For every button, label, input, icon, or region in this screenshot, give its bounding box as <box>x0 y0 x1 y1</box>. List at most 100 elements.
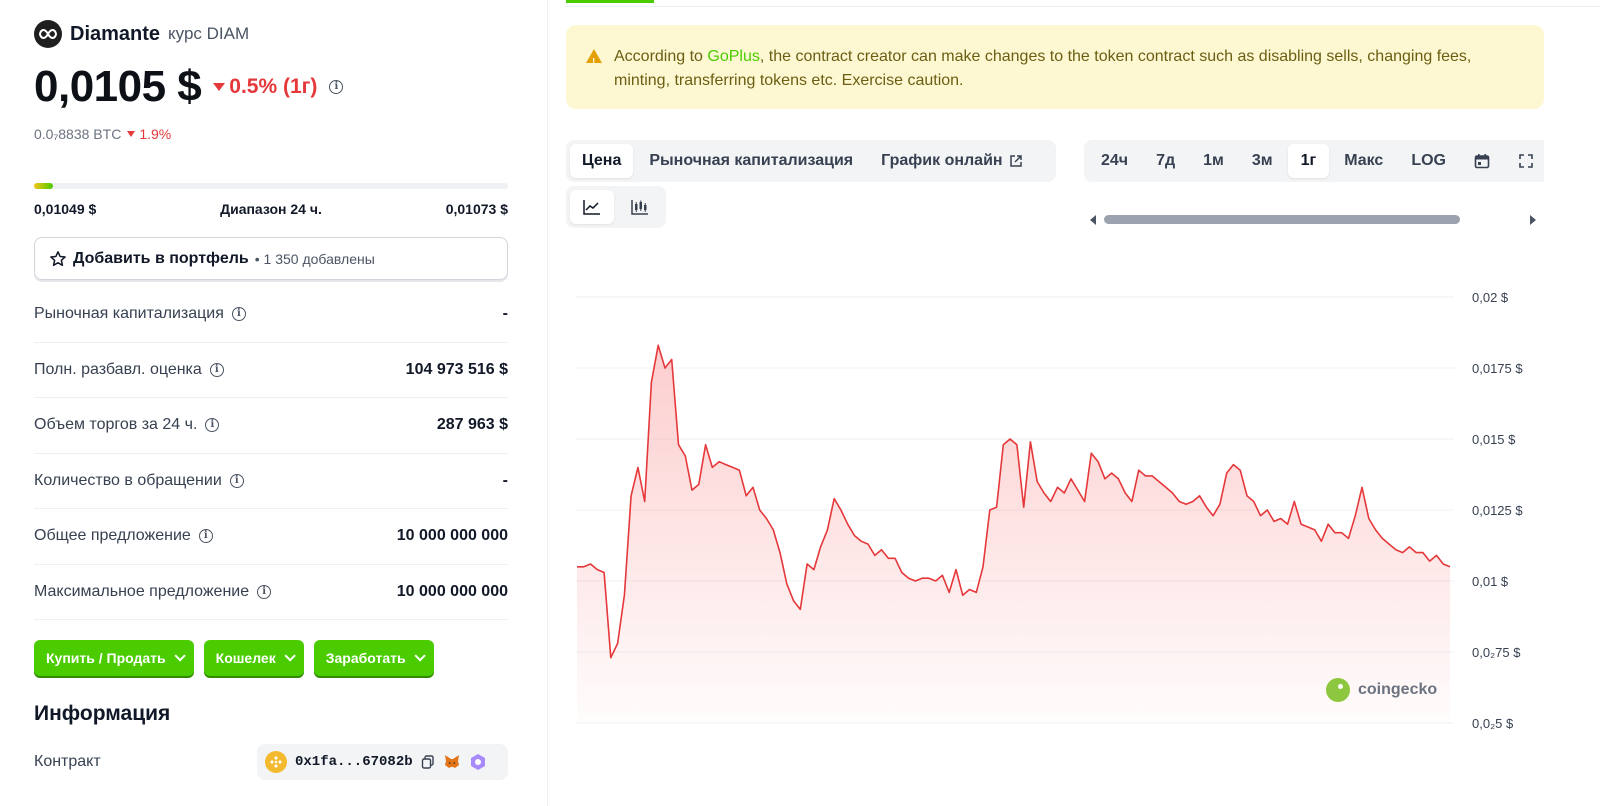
tab-range-log[interactable]: LOG <box>1398 144 1459 178</box>
tab-range-1m[interactable]: 1м <box>1190 144 1237 178</box>
scroll-right-arrow-icon[interactable] <box>1530 215 1536 225</box>
tab-live-chart[interactable]: График онлайн <box>869 144 1034 178</box>
stat-value: 10 000 000 000 <box>396 582 508 600</box>
contract-address: 0x1fa...67082b <box>295 754 413 770</box>
price-area-fill <box>577 345 1450 723</box>
stat-value: 287 963 $ <box>436 416 508 434</box>
diamante-logo-icon <box>34 20 62 48</box>
price-change-value: 0.5% (1г) <box>229 75 318 98</box>
tab-range-3m[interactable]: 3м <box>1239 144 1286 178</box>
info-icon[interactable]: i <box>198 529 213 544</box>
stat-label: Объем торгов за 24 ч. <box>34 416 198 434</box>
y-tick-label: 0,02 $ <box>1472 290 1509 305</box>
bnb-chain-icon <box>265 751 287 773</box>
add-to-portfolio-button[interactable]: Добавить в портфель • 1 350 добавлены <box>34 237 508 280</box>
star-icon <box>50 250 66 266</box>
coingecko-watermark: coingecko <box>1326 678 1437 702</box>
y-tick-label: 0,0₂5 $ <box>1472 716 1514 731</box>
chevron-down-icon <box>414 650 426 662</box>
section-divider <box>566 6 1600 7</box>
wallet-button[interactable]: Кошелек <box>203 640 304 676</box>
info-icon[interactable]: i <box>257 584 272 599</box>
range-low: 0,01049 $ <box>34 201 97 217</box>
stat-row-total-supply: Общее предложение i 10 000 000 000 <box>34 509 508 565</box>
price-chart[interactable]: 0,02 $ 0,0175 $ 0,015 $ 0,0125 $ 0,01 $ 0,0₂7… <box>566 270 1600 806</box>
caret-down-icon <box>127 131 136 137</box>
calendar-icon <box>1474 154 1490 169</box>
range-label: Диапазон 24 ч. <box>220 201 322 217</box>
copy-icon[interactable] <box>421 755 435 769</box>
coin-overview-panel: Diamante курс DIAM 0,0105 $ 0.5% (1г) i … <box>0 0 548 806</box>
stat-row-volume: Объем торгов за 24 ч. i 287 963 $ <box>34 398 508 454</box>
tab-range-max[interactable]: Макс <box>1331 144 1396 178</box>
contract-warning-banner: According to GoPlus, the contract creato… <box>566 25 1544 109</box>
wallet-extension-icon[interactable] <box>469 753 487 771</box>
candlestick-icon <box>631 200 648 215</box>
y-tick-label: 0,0125 $ <box>1472 503 1523 518</box>
stat-label: Рыночная капитализация <box>34 305 224 323</box>
stat-value: 10 000 000 000 <box>396 527 508 545</box>
y-tick-label: 0,01 $ <box>1472 574 1509 589</box>
expand-button[interactable] <box>1505 144 1544 178</box>
info-icon[interactable]: i <box>205 418 220 433</box>
stat-row-circulating: Количество в обращении i - <box>34 454 508 509</box>
goplus-link[interactable]: GoPlus <box>707 48 759 65</box>
current-price: 0,0105 $ <box>34 62 202 111</box>
btc-price-row: 0.0₇8838 BTC 1.9% <box>34 126 171 142</box>
tab-market-cap[interactable]: Рыночная капитализация <box>637 144 865 178</box>
stat-label: Полн. разбавл. оценка <box>34 360 202 378</box>
line-chart-icon <box>583 200 600 215</box>
info-icon[interactable]: i <box>209 362 224 377</box>
active-section-underline <box>566 0 654 3</box>
range-24h-bar <box>34 183 508 189</box>
tab-range-1y[interactable]: 1г <box>1287 144 1330 178</box>
buy-sell-label: Купить / Продать <box>46 650 166 666</box>
y-tick-label: 0,015 $ <box>1472 432 1516 447</box>
price-row: 0,0105 $ 0.5% (1г) i <box>34 62 344 112</box>
tab-range-7d[interactable]: 7д <box>1143 144 1188 178</box>
add-to-portfolio-label: Добавить в портфель <box>73 249 249 267</box>
tab-price[interactable]: Цена <box>570 144 634 178</box>
calendar-button[interactable] <box>1461 144 1503 178</box>
stat-value: - <box>502 305 508 323</box>
btc-change-value: 1.9% <box>139 126 172 142</box>
range-tabs-scrollbar[interactable] <box>1090 214 1540 226</box>
stat-value: - <box>502 471 508 489</box>
scroll-left-arrow-icon[interactable] <box>1090 215 1096 225</box>
wallet-label: Кошелек <box>215 650 276 666</box>
chart-metric-tabs: Цена Рыночная капитализация График онлай… <box>566 140 1056 182</box>
caret-down-icon <box>213 83 226 91</box>
line-chart-button[interactable] <box>570 190 614 224</box>
y-tick-label: 0,0₂75 $ <box>1472 645 1521 660</box>
chart-range-tabs: 24ч 7д 1м 3м 1г Макс LOG <box>1084 140 1544 182</box>
btc-price: 0.0₇8838 BTC <box>34 126 122 142</box>
coingecko-logo-icon <box>1326 678 1350 702</box>
coin-subtitle: курс DIAM <box>168 24 250 43</box>
external-link-icon <box>1009 155 1022 167</box>
info-icon[interactable]: i <box>231 307 246 322</box>
earn-label: Заработать <box>325 650 406 666</box>
y-tick-label: 0,0175 $ <box>1472 361 1523 376</box>
scrollbar-thumb[interactable] <box>1104 215 1460 224</box>
earn-button[interactable]: Заработать <box>313 640 434 676</box>
range-high: 0,01073 $ <box>445 201 508 217</box>
info-icon[interactable]: i <box>229 473 244 488</box>
tab-range-24h[interactable]: 24ч <box>1088 144 1141 178</box>
info-section-title: Информация <box>34 702 171 725</box>
price-chart-svg: 0,02 $ 0,0175 $ 0,015 $ 0,0125 $ 0,01 $ 0,0₂7… <box>576 290 1523 731</box>
chevron-down-icon <box>174 650 186 662</box>
candlestick-chart-button[interactable] <box>618 190 662 224</box>
price-change-badge: 0.5% (1г) <box>213 75 317 99</box>
live-chart-label: График онлайн <box>881 152 1003 169</box>
stat-value: 104 973 516 $ <box>405 360 508 378</box>
contract-address-pill[interactable]: 0x1fa...67082b <box>257 744 508 780</box>
coin-header: Diamante курс DIAM <box>34 20 249 48</box>
stat-row-fdv: Полн. разбавл. оценка i 104 973 516 $ <box>34 343 508 398</box>
info-icon[interactable]: i <box>329 80 344 94</box>
stat-label: Общее предложение <box>34 527 191 545</box>
metamask-icon[interactable] <box>443 753 461 771</box>
stat-row-market-cap: Рыночная капитализация i - <box>34 287 508 343</box>
action-buttons: Купить / Продать Кошелек Заработать <box>34 640 434 676</box>
chevron-down-icon <box>284 650 296 662</box>
buy-sell-button[interactable]: Купить / Продать <box>34 640 194 676</box>
